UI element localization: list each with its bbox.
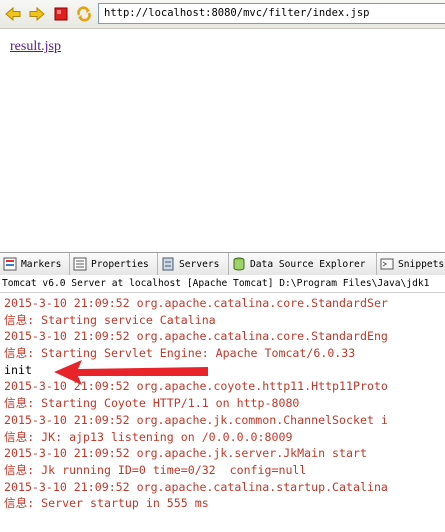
console-output[interactable]: 2015-3-10 21:09:52 org.apache.catalina.c… [0,295,445,532]
tab-properties[interactable]: Properties [70,253,158,275]
tab-markers-label: Markers [21,258,62,270]
properties-icon [73,257,87,271]
address-bar[interactable]: http://localhost:8080/mvc/filter/index.j… [98,3,445,24]
console-line: 信息: Starting Coyote HTTP/1.1 on http-808… [4,396,300,411]
console-line: 信息: JK: ajp13 listening on /0.0.0.0:8009 [4,429,293,444]
console-line: 信息: Server startup in 555 ms [4,496,209,511]
refresh-icon[interactable] [75,5,93,23]
tab-properties-label: Properties [91,258,149,270]
console-line: 信息: Starting service Catalina [4,312,216,327]
view-tab-bar: Markers Properties Servers Data Source E… [0,252,445,276]
snippets-icon [380,257,394,271]
tab-data-source-explorer-label: Data Source Explorer [250,258,366,270]
annotation-arrow-icon [54,360,208,385]
console-line: 信息: Jk running ID=0 time=0/32 config=nul… [4,462,307,477]
tab-markers[interactable]: Markers [0,253,70,275]
console-title: Tomcat v6.0 Server at localhost [Apache … [0,275,445,293]
data-source-icon [232,257,246,271]
console-line: 2015-3-10 21:09:52 org.apache.jk.common.… [4,412,388,427]
tab-snippets-label: Snippets [398,258,445,270]
markers-icon [3,257,17,271]
result-jsp-link[interactable]: result.jsp [10,39,61,55]
tab-data-source-explorer[interactable]: Data Source Explorer [229,253,377,275]
back-arrow-icon[interactable] [4,5,22,23]
console-line: 2015-3-10 21:09:52 org.apache.catalina.c… [4,296,388,310]
console-line: 2015-3-10 21:09:52 org.apache.catalina.c… [4,329,388,344]
forward-arrow-icon[interactable] [28,5,46,23]
servers-icon [161,257,175,271]
console-line: 2015-3-10 21:09:52 org.apache.jk.server.… [4,446,367,461]
tab-servers-label: Servers [179,258,220,270]
tab-snippets[interactable]: Snippets [377,253,445,275]
console-line: 2015-3-10 21:09:52 org.apache.catalina.s… [4,479,388,494]
browser-toolbar: http://localhost:8080/mvc/filter/index.j… [0,0,445,29]
tab-servers[interactable]: Servers [158,253,229,275]
stop-icon[interactable] [52,5,70,23]
